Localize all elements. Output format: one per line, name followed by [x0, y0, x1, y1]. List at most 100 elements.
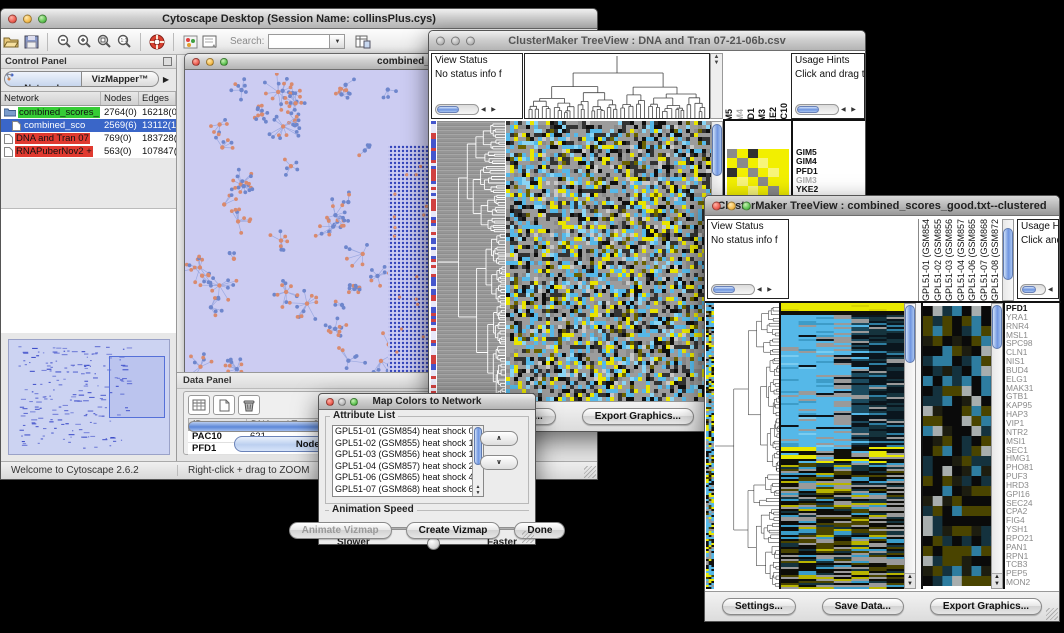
select-attributes-icon[interactable]: [188, 395, 210, 415]
tv1-zoom-button[interactable]: [466, 36, 475, 45]
dialog-minimize-button[interactable]: [338, 398, 346, 406]
tv1-export-graphics-button[interactable]: Export Graphics...: [582, 408, 694, 425]
attribute-list-item[interactable]: GPL51-07 (GSM868) heat shock 60 min: [333, 484, 483, 496]
dialog-resize-grip[interactable]: [522, 531, 534, 543]
vizmapper-icon[interactable]: [180, 33, 200, 51]
move-up-button[interactable]: ∧: [480, 431, 518, 446]
tv1-row-dendrogram[interactable]: [437, 121, 505, 403]
minimize-button[interactable]: [23, 14, 32, 23]
birdseye-overview[interactable]: [8, 339, 170, 455]
search-dropdown-arrow[interactable]: ▼: [330, 34, 345, 49]
attribute-list-item[interactable]: GPL51-03 (GSM856) heat shock 15 min: [333, 449, 483, 461]
annotation-icon[interactable]: [200, 33, 220, 51]
close-button[interactable]: [8, 14, 17, 23]
help-lifering-icon[interactable]: [147, 33, 167, 51]
desktop: Cytoscape Desktop (Session Name: collins…: [0, 0, 1064, 633]
netwin-zoom-button[interactable]: [220, 58, 228, 66]
gene-list-item[interactable]: MON2: [1006, 578, 1059, 587]
attribute-list[interactable]: GPL51-01 (GSM854) heat shock 05 minGPL51…: [332, 425, 484, 497]
dialog-zoom-button[interactable]: [350, 398, 358, 406]
birdseye-viewport-rect[interactable]: [109, 356, 165, 418]
search-input[interactable]: [268, 34, 330, 49]
attribute-list-item[interactable]: GPL51-01 (GSM854) heat shock 05 min: [333, 426, 483, 438]
tv2-row-dendrogram[interactable]: [714, 303, 781, 589]
tv2-resize-grip[interactable]: [1046, 608, 1058, 620]
column-label: GPL51-07 (GSM868): [979, 219, 989, 301]
tv2-save-data-button[interactable]: Save Data...: [822, 598, 904, 615]
dialog-close-button[interactable]: [326, 398, 334, 406]
matrix-cell: [768, 149, 778, 158]
matrix-cell: [727, 158, 737, 167]
attribute-list-item[interactable]: GPL51-04 (GSM857) heat shock 20 min: [333, 461, 483, 473]
treeview1-title-bar[interactable]: ClusterMaker TreeView : DNA and Tran 07-…: [429, 31, 865, 51]
matrix-cell: [779, 158, 789, 167]
network-row[interactable]: combined_sco2569(6)13112(15): [1, 119, 176, 132]
map-dialog-title-bar[interactable]: Map Colors to Network: [319, 394, 535, 410]
matrix-cell: [727, 168, 737, 177]
tv2-status-scrollbar[interactable]: ◀ ▶: [711, 283, 774, 295]
column-label: GPL51-01 (GSM854): [921, 219, 931, 301]
main-resize-grip[interactable]: [584, 466, 596, 478]
tv1-main-heatmap[interactable]: [506, 121, 711, 403]
tv2-close-button[interactable]: [712, 201, 721, 210]
tv2-zoom-button[interactable]: [742, 201, 751, 210]
netwin-minimize-button[interactable]: [206, 58, 214, 66]
tv1-close-button[interactable]: [436, 36, 445, 45]
delete-attribute-trash-icon[interactable]: [238, 395, 260, 415]
matrix-cell: [748, 168, 758, 177]
netwin-close-button[interactable]: [192, 58, 200, 66]
matrix-cell: [737, 158, 747, 167]
tv2-view-status-line2: No status info f: [708, 234, 788, 248]
tv2-settings-button[interactable]: Settings...: [722, 598, 796, 615]
zoom-fit-icon[interactable]: 1:1: [114, 33, 134, 51]
network-row[interactable]: combined_scores_2764(0)16218(0): [1, 106, 176, 119]
tv2-collabel-vscrollbar[interactable]: [1002, 219, 1014, 301]
column-label: GPL51-06 (GSM865): [967, 219, 977, 301]
tv2-export-graphics-button[interactable]: Export Graphics...: [930, 598, 1042, 615]
tv2-heatmap-vscrollbar[interactable]: ▲▼: [904, 303, 916, 589]
tv1-minimize-button[interactable]: [451, 36, 460, 45]
main-title-bar[interactable]: Cytoscape Desktop (Session Name: collins…: [1, 9, 597, 29]
tv2-gene-list[interactable]: PFD1YRA1RNR4MSL1SPC98CLN1NIS1BUD4ELG1MAK…: [1006, 304, 1059, 588]
treeview2-title: ClusterMaker TreeView : combined_scores_…: [705, 196, 1059, 216]
tv1-status-scrollbar[interactable]: ◀ ▶: [435, 103, 498, 115]
open-file-icon[interactable]: [1, 33, 21, 51]
save-icon[interactable]: [21, 33, 41, 51]
tv1-usage-scrollbar[interactable]: ◀ ▶: [795, 103, 858, 115]
tab-overflow-arrow[interactable]: ▶: [159, 75, 173, 84]
tv1-usage-hints-panel: Usage Hints Click and drag to ◀ ▶: [791, 53, 865, 119]
zoom-out-icon[interactable]: [54, 33, 74, 51]
zoom-selected-icon[interactable]: [94, 33, 114, 51]
attribute-list-item[interactable]: GPL51-02 (GSM855) heat shock 10 min: [333, 438, 483, 450]
animate-vizmap-button[interactable]: Animate Vizmap: [289, 522, 392, 539]
treeview2-title-bar[interactable]: ClusterMaker TreeView : combined_scores_…: [705, 196, 1059, 216]
zoom-in-icon[interactable]: [74, 33, 94, 51]
attribute-table-icon[interactable]: [353, 33, 373, 51]
network-row[interactable]: RNAPuberNov2 +563(0)107847(0): [1, 145, 176, 158]
tv2-usage-scrollbar[interactable]: ◀: [1020, 283, 1055, 295]
treeview2-window: ClusterMaker TreeView : combined_scores_…: [704, 195, 1060, 622]
status-welcome: Welcome to Cytoscape 2.6.2: [1, 465, 177, 476]
matrix-cell: [748, 149, 758, 158]
network-row[interactable]: DNA and Tran 07769(0)183728(0): [1, 132, 176, 145]
attribute-list-item[interactable]: GPL51-06 (GSM865) heat shock 40 min: [333, 472, 483, 484]
tv1-coldendro-scroll[interactable]: ▲▼: [710, 53, 723, 119]
column-label: GPL51-02 (GSM855): [933, 219, 943, 301]
tab-vizmapper[interactable]: VizMapper™: [82, 71, 159, 87]
new-attribute-icon[interactable]: [213, 395, 235, 415]
network-table-header[interactable]: Network Nodes Edges: [1, 91, 176, 106]
move-down-button[interactable]: ∨: [480, 455, 518, 470]
tv1-column-dendrogram[interactable]: [524, 53, 710, 119]
column-label: GPL51-03 (GSM856): [944, 219, 954, 301]
tv2-main-heatmap[interactable]: [781, 303, 904, 589]
create-vizmap-button[interactable]: Create Vizmap: [406, 522, 501, 539]
matrix-cell: [768, 158, 778, 167]
tv2-genelist-vscrollbar[interactable]: ▲▼: [991, 303, 1003, 589]
tv2-zoom-heatmap[interactable]: [923, 306, 991, 586]
float-panel-icon[interactable]: [163, 57, 172, 66]
tab-network[interactable]: Network: [4, 71, 82, 87]
matrix-cell: [768, 177, 778, 186]
tv2-minimize-button[interactable]: [727, 201, 736, 210]
matrix-cell: [758, 177, 768, 186]
zoom-button[interactable]: [38, 14, 47, 23]
